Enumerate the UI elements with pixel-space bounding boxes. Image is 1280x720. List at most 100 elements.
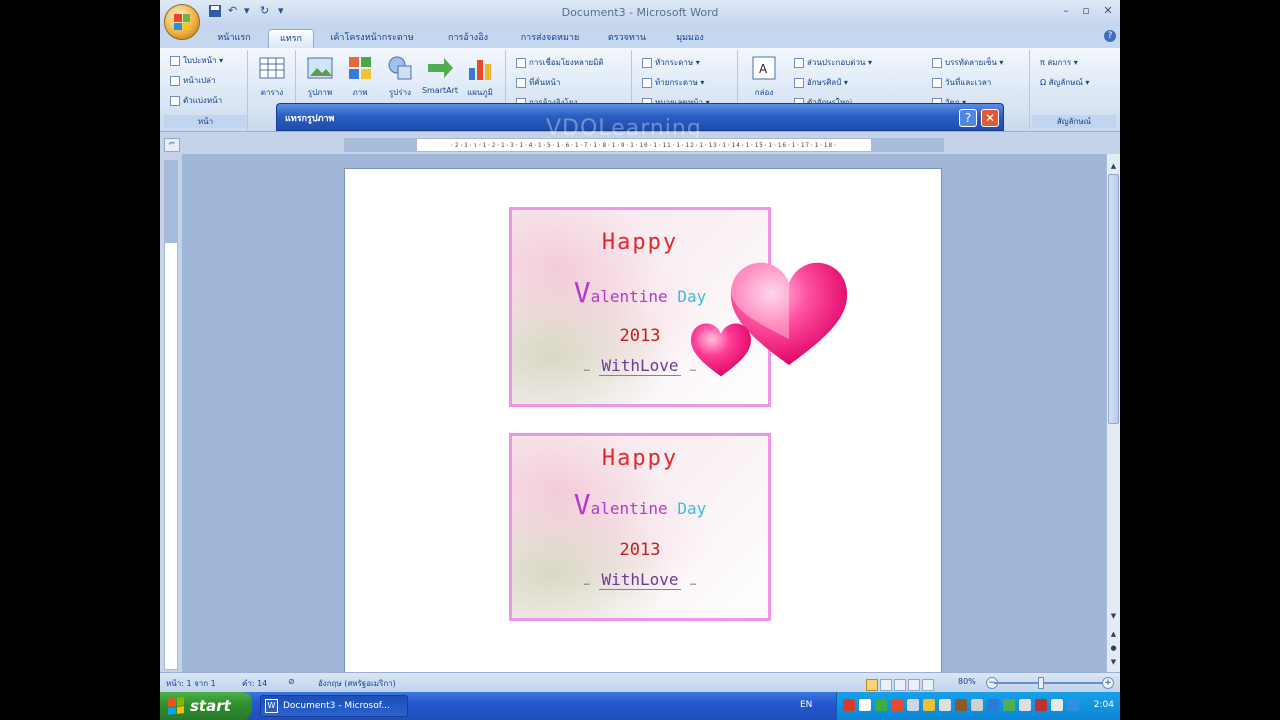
status-bar: หน้า: 1 จาก 1 คำ: 14 ⊘ อังกฤษ (สหรัฐอเมร… — [160, 672, 1120, 692]
language-bar[interactable]: EN — [800, 700, 812, 710]
tray-app-icon-4[interactable] — [907, 699, 919, 711]
windows-taskbar: start W Document3 - Microsof... EN 2:04 — [160, 692, 1120, 720]
smartart-button[interactable]: SmartArt — [420, 54, 460, 95]
vertical-ruler[interactable] — [164, 160, 178, 670]
tray-app-icon-12[interactable] — [1051, 699, 1063, 711]
tray-app-icon-3[interactable] — [891, 699, 903, 711]
word-icon: W — [265, 699, 278, 713]
zoom-level[interactable]: 80% — [958, 677, 976, 686]
tab-page-layout[interactable]: เค้าโครงหน้ากระดาษ — [322, 29, 422, 48]
zoom-slider-knob[interactable] — [1038, 677, 1044, 689]
proofing-icon[interactable]: ⊘ — [288, 677, 295, 686]
tab-home[interactable]: หน้าแรก — [210, 29, 258, 48]
wordart-icon — [794, 77, 804, 88]
minimize-button[interactable]: – — [1056, 3, 1076, 19]
draft-view-icon[interactable] — [922, 679, 934, 691]
small-heart-icon[interactable] — [689, 321, 753, 379]
tray-app-icon-5[interactable] — [923, 699, 935, 711]
card-happy-text: Happy — [601, 230, 679, 255]
footer-icon — [642, 77, 652, 88]
tab-insert[interactable]: แทรก — [268, 29, 314, 48]
page-break-button[interactable]: ตัวแบ่งหน้า — [170, 94, 222, 108]
card-happy-text: Happy — [601, 446, 679, 471]
zoom-slider[interactable] — [994, 677, 1104, 689]
horizontal-ruler[interactable]: ·2·1·ι·1·2·1·3·1·4·1·5·1·6·1·7·1·8·1·9·1… — [344, 138, 944, 152]
previous-page-icon[interactable]: ▲ — [1107, 628, 1120, 640]
chart-button[interactable]: แผนภูมิ — [460, 54, 500, 99]
help-icon[interactable]: ? — [1104, 30, 1116, 42]
signature-line-icon — [932, 57, 942, 68]
clipart-button[interactable]: ภาพ — [340, 54, 380, 99]
equation-button[interactable]: π สมการ ▾ — [1040, 56, 1078, 70]
dialog-help-button[interactable]: ? — [959, 109, 977, 127]
quick-parts-button[interactable]: ส่วนประกอบด่วน ▾ — [794, 56, 872, 70]
start-button[interactable]: start — [160, 692, 252, 720]
tab-selector[interactable]: ⌐ — [164, 138, 180, 152]
title-bar: ↶ ▾ ↻ ▾ Document3 - Microsoft Word – ▫ ✕ — [160, 0, 1120, 26]
next-page-icon[interactable]: ▼ — [1107, 656, 1120, 668]
tray-app-icon-9[interactable] — [1003, 699, 1015, 711]
taskbar-word-button[interactable]: W Document3 - Microsof... — [260, 695, 408, 717]
outline-view-icon[interactable] — [908, 679, 920, 691]
tray-app-icon-11[interactable] — [1035, 699, 1047, 711]
footer-button[interactable]: ท้ายกระดาษ ▾ — [642, 76, 704, 90]
full-screen-reading-view-icon[interactable] — [880, 679, 892, 691]
scroll-down-icon[interactable]: ▼ — [1107, 610, 1120, 622]
tray-app-icon-6[interactable] — [939, 699, 951, 711]
signature-line-button[interactable]: บรรทัดลายเซ็น ▾ — [932, 56, 1003, 70]
date-time-icon — [932, 77, 942, 88]
textbox-button[interactable]: A กล่อง — [744, 54, 784, 99]
tab-view[interactable]: มุมมอง — [664, 29, 716, 48]
wordart-button[interactable]: อักษรศิลป์ ▾ — [794, 76, 848, 90]
web-layout-view-icon[interactable] — [894, 679, 906, 691]
tray-app-icon-1[interactable] — [843, 699, 855, 711]
maximize-button[interactable]: ▫ — [1076, 3, 1096, 19]
tray-app-icon-13[interactable] — [1067, 699, 1079, 711]
word-count[interactable]: คำ: 14 — [242, 677, 267, 690]
print-layout-view-icon[interactable] — [866, 679, 878, 691]
tray-app-icon-2[interactable] — [859, 699, 871, 711]
document-page[interactable]: Happy Valentine Day 2013 … WithLove … Ha… — [344, 168, 942, 688]
tray-app-icon-8[interactable] — [987, 699, 999, 711]
hyperlink-button[interactable]: การเชื่อมโยงหลายมิติ — [516, 56, 604, 70]
group-label-pages: หน้า — [164, 115, 247, 128]
smartart-icon — [428, 58, 453, 78]
valentine-card-2[interactable]: Happy Valentine Day 2013 … WithLove … — [509, 433, 771, 621]
language-indicator[interactable]: อังกฤษ (สหรัฐอเมริกา) — [318, 677, 396, 690]
office-button[interactable] — [164, 4, 200, 40]
window-title: Document3 - Microsoft Word — [561, 6, 719, 19]
tab-references[interactable]: การอ้างอิง — [438, 29, 498, 48]
scroll-up-icon[interactable]: ▲ — [1107, 160, 1120, 172]
picture-button[interactable]: รูปภาพ — [300, 54, 340, 99]
tray-volume-icon[interactable] — [971, 699, 983, 711]
scroll-thumb[interactable] — [1108, 174, 1119, 424]
tray-network-icon[interactable] — [875, 699, 887, 711]
dialog-close-button[interactable]: ✕ — [981, 109, 999, 127]
browse-object-icon[interactable]: ● — [1107, 642, 1120, 654]
dialog-title: แทรกรูปภาพ — [285, 114, 335, 124]
header-button[interactable]: หัวกระดาษ ▾ — [642, 56, 700, 70]
word-window: ↶ ▾ ↻ ▾ Document3 - Microsoft Word – ▫ ✕… — [160, 0, 1120, 720]
hyperlink-icon — [516, 57, 526, 68]
bookmark-button[interactable]: ที่คั่นหน้า — [516, 76, 560, 90]
svg-text:A: A — [759, 62, 768, 76]
symbol-button[interactable]: Ω สัญลักษณ์ ▾ — [1040, 76, 1089, 90]
shapes-button[interactable]: รูปร่าง — [380, 54, 420, 99]
vertical-scrollbar[interactable]: ▲ ▼ ▲ ● ▼ — [1106, 154, 1120, 672]
tab-mailings[interactable]: การส่งจดหมาย — [510, 29, 590, 48]
document-area: Happy Valentine Day 2013 … WithLove … Ha… — [182, 154, 1106, 688]
table-button[interactable]: ตาราง — [252, 54, 292, 99]
blank-page-button[interactable]: หน้าเปล่า — [170, 74, 215, 88]
group-pages: ใบปะหน้า ▾ หน้าเปล่า ตัวแบ่งหน้า หน้า — [164, 50, 248, 130]
tab-review[interactable]: ตรวจทาน — [600, 29, 654, 48]
clock[interactable]: 2:04 — [1094, 700, 1114, 710]
chart-icon — [469, 60, 491, 80]
page-count[interactable]: หน้า: 1 จาก 1 — [166, 677, 216, 690]
close-window-button[interactable]: ✕ — [1098, 3, 1118, 19]
zoom-in-button[interactable]: + — [1102, 677, 1114, 689]
date-time-button[interactable]: วันที่และเวลา — [932, 76, 991, 90]
tray-app-icon-10[interactable] — [1019, 699, 1031, 711]
tray-app-icon-7[interactable] — [955, 699, 967, 711]
cover-page-button[interactable]: ใบปะหน้า ▾ — [170, 54, 223, 68]
picture-icon — [307, 57, 333, 79]
